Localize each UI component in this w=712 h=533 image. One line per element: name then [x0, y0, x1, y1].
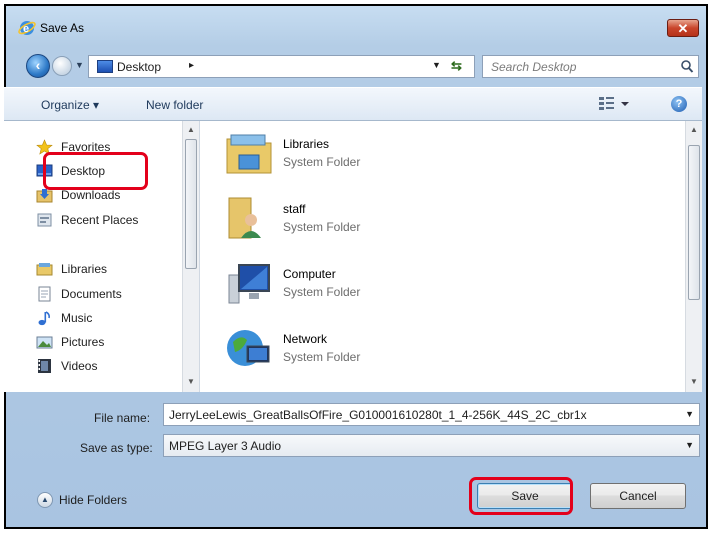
scroll-up-icon[interactable]: ▲ — [187, 125, 195, 134]
help-icon[interactable]: ? — [671, 96, 687, 112]
network-icon — [227, 330, 270, 366]
file-type: System Folder — [283, 350, 361, 364]
list-item-staff[interactable]: staff System Folder — [225, 194, 625, 250]
recent-places-icon — [37, 213, 52, 227]
documents-icon — [38, 286, 51, 302]
file-type: System Folder — [283, 155, 361, 169]
sidebar-item-label: Desktop — [61, 164, 106, 178]
file-list-scrollbar[interactable]: ▲ ▼ — [685, 121, 702, 392]
navigation-pane: Favorites Desktop Downloads Recent Place… — [4, 121, 200, 392]
svg-text:e: e — [23, 23, 29, 35]
search-icon[interactable] — [679, 59, 695, 75]
libraries-folder-icon — [226, 134, 272, 174]
desktop-icon — [97, 60, 113, 73]
sidebar-item-label: Music — [61, 311, 93, 325]
navigation-bar: ‹ ▼ Desktop ▸ ▼ ⇆ Search Desktop — [4, 50, 702, 82]
content-area: Favorites Desktop Downloads Recent Place… — [4, 121, 702, 392]
downloads-icon — [36, 189, 53, 203]
file-name: Libraries — [283, 137, 330, 151]
cancel-button[interactable]: Cancel — [590, 483, 686, 509]
organize-menu[interactable]: Organize ▾ — [41, 98, 99, 112]
refresh-icon[interactable]: ⇆ — [451, 58, 462, 74]
search-placeholder[interactable]: Search Desktop — [491, 60, 576, 74]
file-type: System Folder — [283, 220, 361, 234]
recent-pages-dropdown-icon[interactable]: ▼ — [75, 60, 84, 70]
sidebar-item-label: Favorites — [61, 140, 111, 154]
file-type: System Folder — [283, 285, 361, 299]
user-folder-icon — [228, 197, 261, 239]
videos-icon — [38, 359, 51, 373]
scroll-up-icon[interactable]: ▲ — [690, 125, 698, 134]
new-folder-button[interactable]: New folder — [146, 98, 203, 112]
music-icon — [38, 311, 50, 326]
computer-icon — [228, 264, 270, 304]
list-item-computer[interactable]: Computer System Folder — [225, 259, 625, 315]
address-location[interactable]: Desktop — [117, 60, 161, 74]
scroll-down-icon[interactable]: ▼ — [187, 377, 195, 386]
navigation-pane-scrollbar[interactable]: ▲ ▼ — [182, 121, 199, 392]
file-name-value[interactable]: JerryLeeLewis_GreatBallsOfFire_G01000161… — [169, 408, 587, 422]
address-dropdown-icon[interactable]: ▼ — [432, 60, 441, 70]
breadcrumb-arrow-icon[interactable]: ▸ — [189, 60, 194, 71]
scroll-down-icon[interactable]: ▼ — [690, 377, 698, 386]
file-name: Computer — [283, 267, 336, 281]
hide-folders-label[interactable]: Hide Folders — [59, 493, 127, 507]
sidebar-item-label: Pictures — [61, 335, 105, 349]
close-button[interactable]: ✕ — [667, 19, 699, 37]
back-button[interactable]: ‹ — [26, 54, 50, 78]
sidebar-item-label: Videos — [61, 359, 98, 373]
sidebar-item-label: Downloads — [61, 188, 121, 202]
chevron-down-icon[interactable]: ▼ — [685, 409, 694, 419]
save-type-select[interactable]: MPEG Layer 3 Audio ▼ — [163, 434, 700, 457]
search-input[interactable]: Search Desktop — [482, 55, 699, 78]
window-title: Save As — [40, 21, 85, 35]
chevron-up-icon[interactable]: ▲ — [37, 492, 53, 508]
list-item-libraries[interactable]: Libraries System Folder — [225, 129, 625, 185]
save-type-label: Save as type: — [80, 441, 153, 455]
internet-explorer-icon: e — [18, 21, 36, 35]
forward-button[interactable] — [52, 56, 72, 76]
address-bar[interactable]: Desktop ▸ ▼ ⇆ — [88, 55, 475, 78]
sidebar-item-label: Documents — [61, 287, 122, 301]
scrollbar-thumb[interactable] — [185, 139, 197, 269]
chevron-down-icon[interactable]: ▼ — [685, 440, 694, 450]
change-view-icon[interactable] — [597, 95, 633, 113]
file-name-label: File name: — [94, 411, 151, 425]
pictures-icon — [36, 336, 53, 349]
star-icon — [36, 139, 53, 155]
command-toolbar: Organize ▾ New folder ? — [4, 87, 702, 121]
scrollbar-thumb[interactable] — [688, 145, 700, 300]
libraries-icon — [36, 263, 53, 276]
save-button[interactable]: Save — [477, 483, 573, 509]
list-item-network[interactable]: Network System Folder — [225, 324, 625, 380]
file-name: staff — [283, 202, 306, 216]
file-name-field[interactable]: JerryLeeLewis_GreatBallsOfFire_G01000161… — [163, 403, 700, 426]
file-name: Network — [283, 332, 328, 346]
sidebar-item-label: Recent Places — [61, 213, 139, 227]
save-type-value[interactable]: MPEG Layer 3 Audio — [169, 439, 281, 453]
title-bar: e Save As ✕ — [4, 13, 702, 41]
sidebar-item-label: Libraries — [61, 262, 108, 276]
desktop-icon — [36, 164, 53, 177]
